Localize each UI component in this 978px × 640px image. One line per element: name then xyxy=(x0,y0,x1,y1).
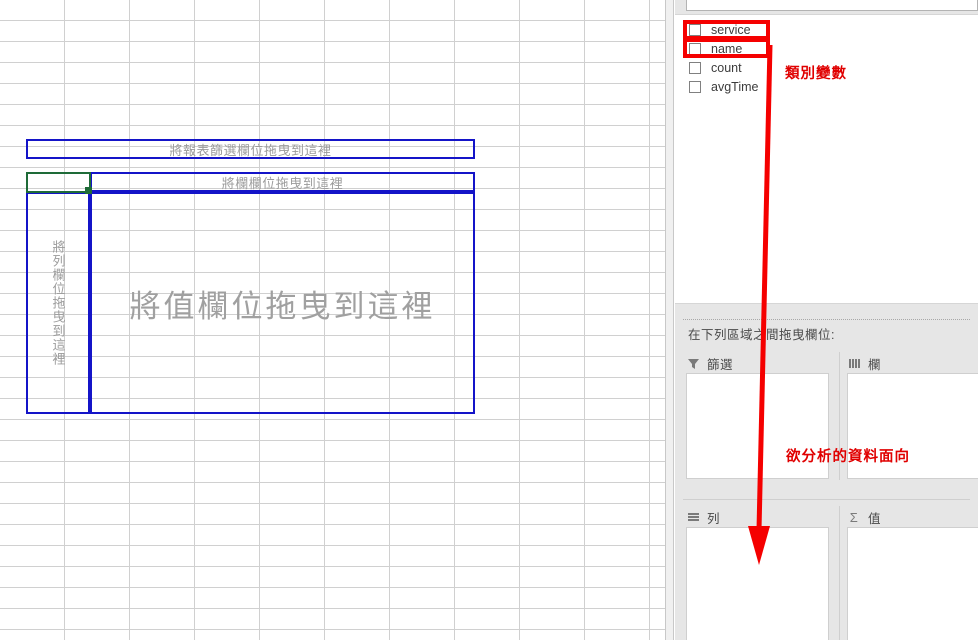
pivot-value-label: 將值欄位拖曳到這裡 xyxy=(129,288,436,324)
checkbox-icon[interactable] xyxy=(689,42,701,55)
filter-icon xyxy=(686,357,700,371)
columns-icon xyxy=(847,357,861,371)
field-item-label: count xyxy=(711,60,742,75)
pivot-column-dropzone[interactable]: 將欄欄位拖曳到這裡 xyxy=(90,172,475,192)
annotation-arrow-icon xyxy=(748,44,773,565)
pivot-row-dropzone[interactable]: 將列欄位拖曳到這裡 xyxy=(26,192,90,414)
sigma-icon: Σ xyxy=(849,510,859,525)
area-values[interactable]: Σ 值 xyxy=(847,508,978,640)
area-rows-label: 列 xyxy=(707,512,721,526)
field-item-service[interactable]: service xyxy=(675,20,978,39)
checkbox-icon[interactable] xyxy=(689,61,701,74)
annotation-categorical-variables: 類別變數 xyxy=(785,66,847,82)
pivot-report-filter-dropzone[interactable]: 將報表篩選欄位拖曳到這裡 xyxy=(26,139,475,159)
annotation-analysis-dimensions: 欲分析的資料面向 xyxy=(786,449,910,465)
area-values-label: 值 xyxy=(868,512,882,526)
checkbox-icon[interactable] xyxy=(689,80,701,93)
field-item-name[interactable]: name xyxy=(675,39,978,58)
pivot-row-label: 將列欄位拖曳到這裡 xyxy=(50,240,66,366)
area-columns-label: 欄 xyxy=(868,358,882,372)
area-values-dropzone[interactable] xyxy=(847,527,978,640)
field-list[interactable]: service name count avgTime xyxy=(675,14,978,303)
checkbox-icon[interactable] xyxy=(689,23,701,36)
zone-divider-horizontal xyxy=(683,499,970,500)
pivot-value-dropzone[interactable]: 將值欄位拖曳到這裡 xyxy=(90,192,475,414)
active-cell-outline[interactable] xyxy=(26,172,91,193)
field-search-input[interactable] xyxy=(686,0,978,11)
field-item-label: name xyxy=(711,41,743,56)
rows-icon xyxy=(686,511,700,525)
area-values-header: Σ 值 xyxy=(847,508,978,527)
zone-divider-vertical-bottom xyxy=(839,506,840,640)
pivot-column-label: 將欄欄位拖曳到這裡 xyxy=(221,175,344,191)
pivot-field-pane: service name count avgTime 在下列區域之間拖曳欄位: xyxy=(675,0,978,640)
pivot-areas-section: 在下列區域之間拖曳欄位: 篩選 xyxy=(675,303,978,640)
field-item-label: service xyxy=(711,22,751,37)
area-columns-header: 欄 xyxy=(847,354,978,373)
pivot-report-filter-label: 將報表篩選欄位拖曳到這裡 xyxy=(169,142,332,158)
screenshot-root: 將報表篩選欄位拖曳到這裡 將欄欄位拖曳到這裡 將列欄位拖曳到這裡 將值欄位拖曳到… xyxy=(0,0,978,640)
area-filters-label: 篩選 xyxy=(707,358,734,372)
fill-handle[interactable] xyxy=(85,187,92,194)
section-divider xyxy=(683,319,970,320)
sheet-vertical-scrollbar[interactable] xyxy=(665,0,674,640)
pane-topbar xyxy=(675,0,978,13)
